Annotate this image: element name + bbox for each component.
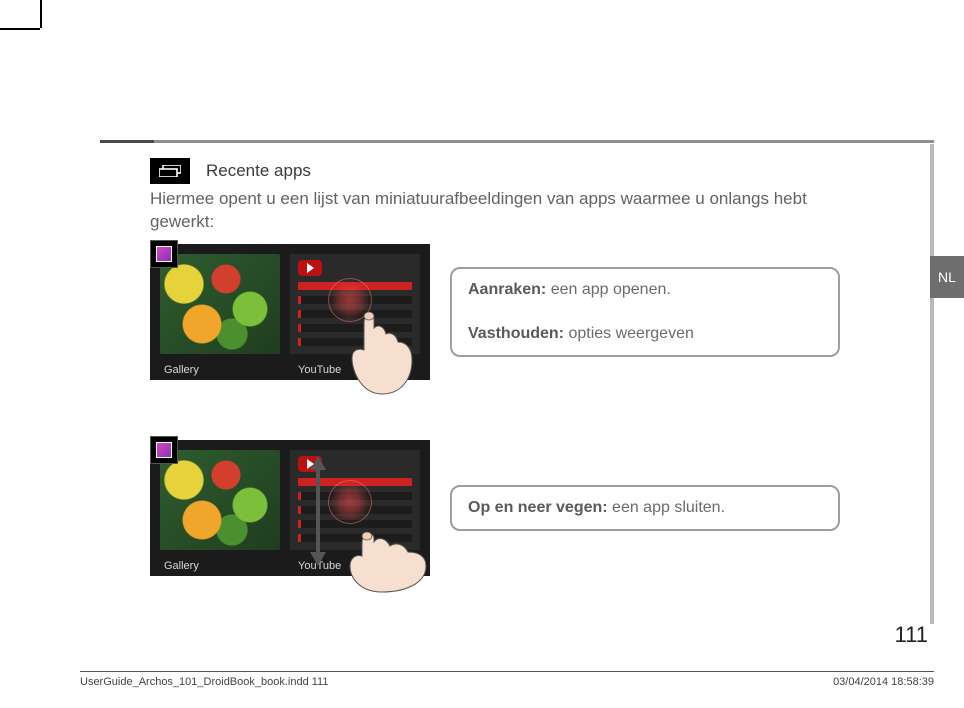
page-number: 111 [895, 622, 928, 648]
swipe-label: Op en neer vegen: [468, 499, 608, 516]
recent-apps-thumbnail-tap: Gallery YouTube [150, 244, 430, 380]
touch-text: een app openen. [546, 281, 671, 298]
page-gutter-bar [930, 144, 934, 624]
touch-ripple-icon [328, 480, 372, 524]
swipe-text: een app sluiten. [608, 499, 725, 516]
section-heading: Recente apps [206, 161, 311, 181]
thumbnail-label-youtube: YouTube [298, 364, 341, 376]
gallery-app-icon [150, 436, 178, 464]
recent-apps-thumbnail-swipe: Gallery YouTube [150, 440, 430, 576]
thumbnail-label-gallery: Gallery [164, 364, 199, 376]
touch-ripple-icon [328, 278, 372, 322]
print-footer: UserGuide_Archos_101_DroidBook_book.indd… [80, 671, 934, 688]
thumbnail-label-gallery: Gallery [164, 560, 199, 572]
callout-touch-hold: Aanraken: een app openen. Vasthouden: op… [450, 267, 840, 357]
language-tab: NL [930, 256, 964, 298]
youtube-play-icon [298, 260, 322, 276]
hold-label: Vasthouden: [468, 325, 564, 342]
callout-swipe: Op en neer vegen: een app sluiten. [450, 485, 840, 531]
swipe-up-down-arrow-icon [308, 456, 328, 566]
gallery-app-icon [150, 240, 178, 268]
hold-text: opties weergeven [564, 325, 694, 342]
footer-filename: UserGuide_Archos_101_DroidBook_book.indd… [80, 676, 328, 688]
section-intro-text: Hiermee opent u een lijst van miniatuura… [150, 188, 870, 234]
touch-label: Aanraken: [468, 281, 546, 298]
recent-apps-icon [150, 158, 190, 184]
footer-timestamp: 03/04/2014 18:58:39 [833, 676, 934, 688]
